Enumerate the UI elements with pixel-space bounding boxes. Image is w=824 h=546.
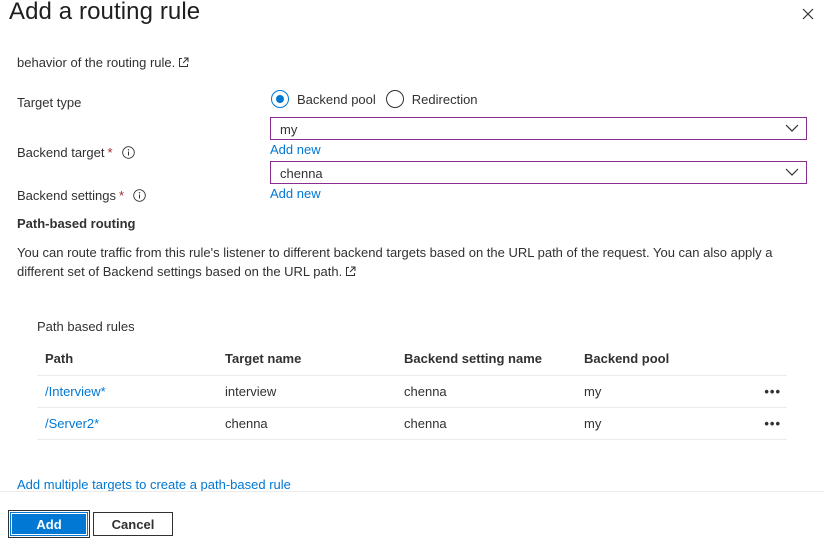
close-button[interactable] <box>798 4 818 24</box>
cell-path: /Interview* <box>37 375 217 408</box>
backend-settings-add-new-link[interactable]: Add new <box>270 186 321 201</box>
intro-text-label: behavior of the routing rule. <box>17 55 176 70</box>
path-routing-heading: Path-based routing <box>17 216 136 231</box>
add-multiple-targets-link[interactable]: Add multiple targets to create a path-ba… <box>17 477 291 492</box>
required-marker: * <box>107 145 113 160</box>
path-link[interactable]: /Server2* <box>45 416 99 431</box>
target-type-label: Target type <box>17 95 82 110</box>
backend-target-select[interactable]: my <box>270 117 807 140</box>
backend-target-label: Backend target * <box>17 145 135 160</box>
more-actions-button[interactable]: ••• <box>726 407 787 440</box>
path-routing-description-text: You can route traffic from this rule's l… <box>17 245 773 279</box>
cell-backend-setting: chenna <box>396 407 576 440</box>
dialog-title: Add a routing rule <box>9 0 201 25</box>
cancel-button[interactable]: Cancel <box>93 512 173 536</box>
add-button[interactable]: Add <box>8 510 90 538</box>
cell-backend-pool: my <box>576 407 726 440</box>
backend-settings-label: Backend settings * <box>17 188 146 203</box>
table-row: /Server2* chenna chenna my ••• <box>37 407 787 440</box>
cell-backend-setting: chenna <box>396 375 576 408</box>
footer-divider <box>0 491 824 492</box>
path-rules-label: Path based rules <box>37 319 135 334</box>
cell-target-name: chenna <box>217 407 396 440</box>
column-header-path: Path <box>37 343 217 376</box>
cell-backend-pool: my <box>576 375 726 408</box>
external-link-icon[interactable] <box>345 266 356 277</box>
cell-target-name: interview <box>217 375 396 408</box>
radio-redirection-label[interactable]: Redirection <box>412 92 478 107</box>
column-header-backend-setting: Backend setting name <box>396 343 576 376</box>
path-link[interactable]: /Interview* <box>45 384 106 399</box>
backend-settings-value: chenna <box>280 166 323 181</box>
required-marker: * <box>119 188 125 203</box>
backend-settings-select[interactable]: chenna <box>270 161 807 184</box>
radio-backend-pool-circle[interactable] <box>271 90 289 108</box>
path-routing-description: You can route traffic from this rule's l… <box>17 243 797 281</box>
table-header-row: Path Target name Backend setting name Ba… <box>37 343 787 376</box>
column-header-backend-pool: Backend pool <box>576 343 726 376</box>
external-link-icon[interactable] <box>178 57 189 68</box>
table-row: /Interview* interview chenna my ••• <box>37 375 787 408</box>
path-rules-table: Path Target name Backend setting name Ba… <box>37 343 787 440</box>
more-actions-button[interactable]: ••• <box>726 375 787 408</box>
backend-target-add-new-link[interactable]: Add new <box>270 142 321 157</box>
backend-settings-label-text: Backend settings <box>17 188 117 203</box>
close-icon[interactable] <box>798 4 818 24</box>
chevron-down-icon[interactable] <box>785 167 799 177</box>
radio-backend-pool[interactable]: Backend pool <box>271 90 376 108</box>
cell-path: /Server2* <box>37 407 217 440</box>
column-header-target-name: Target name <box>217 343 396 376</box>
radio-redirection-circle[interactable] <box>385 90 404 108</box>
intro-text: behavior of the routing rule. <box>17 55 189 70</box>
column-header-actions <box>726 343 787 376</box>
chevron-down-icon[interactable] <box>785 123 799 133</box>
info-icon[interactable] <box>133 189 146 202</box>
backend-target-label-text: Backend target <box>17 145 105 160</box>
target-type-radio-group: Backend pool Redirection <box>271 90 488 108</box>
radio-redirection[interactable]: Redirection <box>385 90 478 108</box>
backend-target-value: my <box>280 122 298 137</box>
radio-backend-pool-label[interactable]: Backend pool <box>297 92 376 107</box>
info-icon[interactable] <box>121 146 135 159</box>
